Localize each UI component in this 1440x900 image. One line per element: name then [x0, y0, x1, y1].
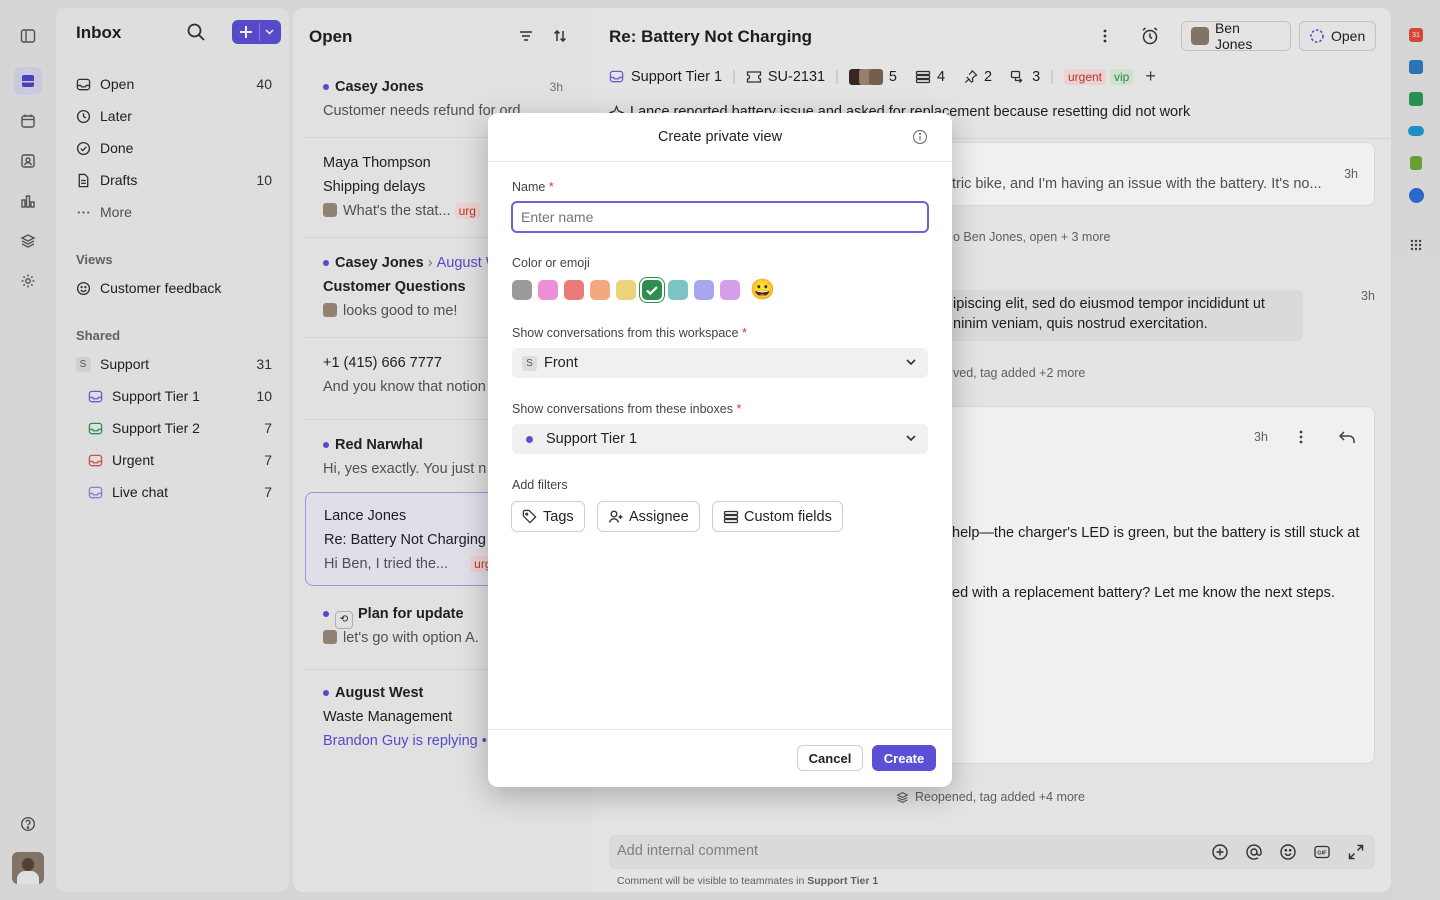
emoji-picker[interactable]: 😀	[750, 279, 775, 301]
checkmark-icon	[646, 286, 658, 296]
dialog-title: Create private view	[657, 129, 783, 145]
color-swatch[interactable]	[642, 280, 662, 300]
color-swatch[interactable]	[564, 280, 584, 300]
inbox-color-dot	[526, 435, 533, 443]
color-swatch[interactable]	[512, 280, 532, 300]
chevron-down-icon	[906, 435, 916, 442]
custom-fields-filter-button[interactable]: Custom fields	[712, 501, 843, 532]
inboxes-label: Show conversations from these inboxes *	[512, 402, 742, 416]
filters-label: Add filters	[512, 478, 568, 492]
create-private-view-dialog: Create private view Name * Color or emoj…	[488, 113, 952, 787]
color-label: Color or emoji	[512, 256, 590, 270]
add-person-icon	[608, 510, 623, 523]
name-input[interactable]	[511, 201, 929, 233]
color-swatch[interactable]	[668, 280, 688, 300]
inboxes-select[interactable]: Support Tier 1	[512, 424, 928, 454]
color-swatch[interactable]	[590, 280, 610, 300]
workspace-label: Show conversations from this workspace *	[512, 326, 747, 340]
color-swatch[interactable]	[720, 280, 740, 300]
create-button[interactable]: Create	[872, 745, 936, 771]
chevron-down-icon	[906, 359, 916, 366]
fields-icon	[723, 510, 739, 523]
color-swatch[interactable]	[538, 280, 558, 300]
workspace-select[interactable]: S Front	[512, 348, 928, 378]
color-swatch[interactable]	[694, 280, 714, 300]
color-swatch[interactable]	[616, 280, 636, 300]
tags-filter-button[interactable]: Tags	[511, 501, 585, 532]
cancel-button[interactable]: Cancel	[797, 745, 863, 771]
workspace-badge: S	[522, 355, 537, 371]
assignee-filter-button[interactable]: Assignee	[597, 501, 700, 532]
info-icon[interactable]	[912, 129, 928, 145]
name-label: Name *	[512, 180, 554, 194]
tag-icon	[522, 509, 537, 524]
